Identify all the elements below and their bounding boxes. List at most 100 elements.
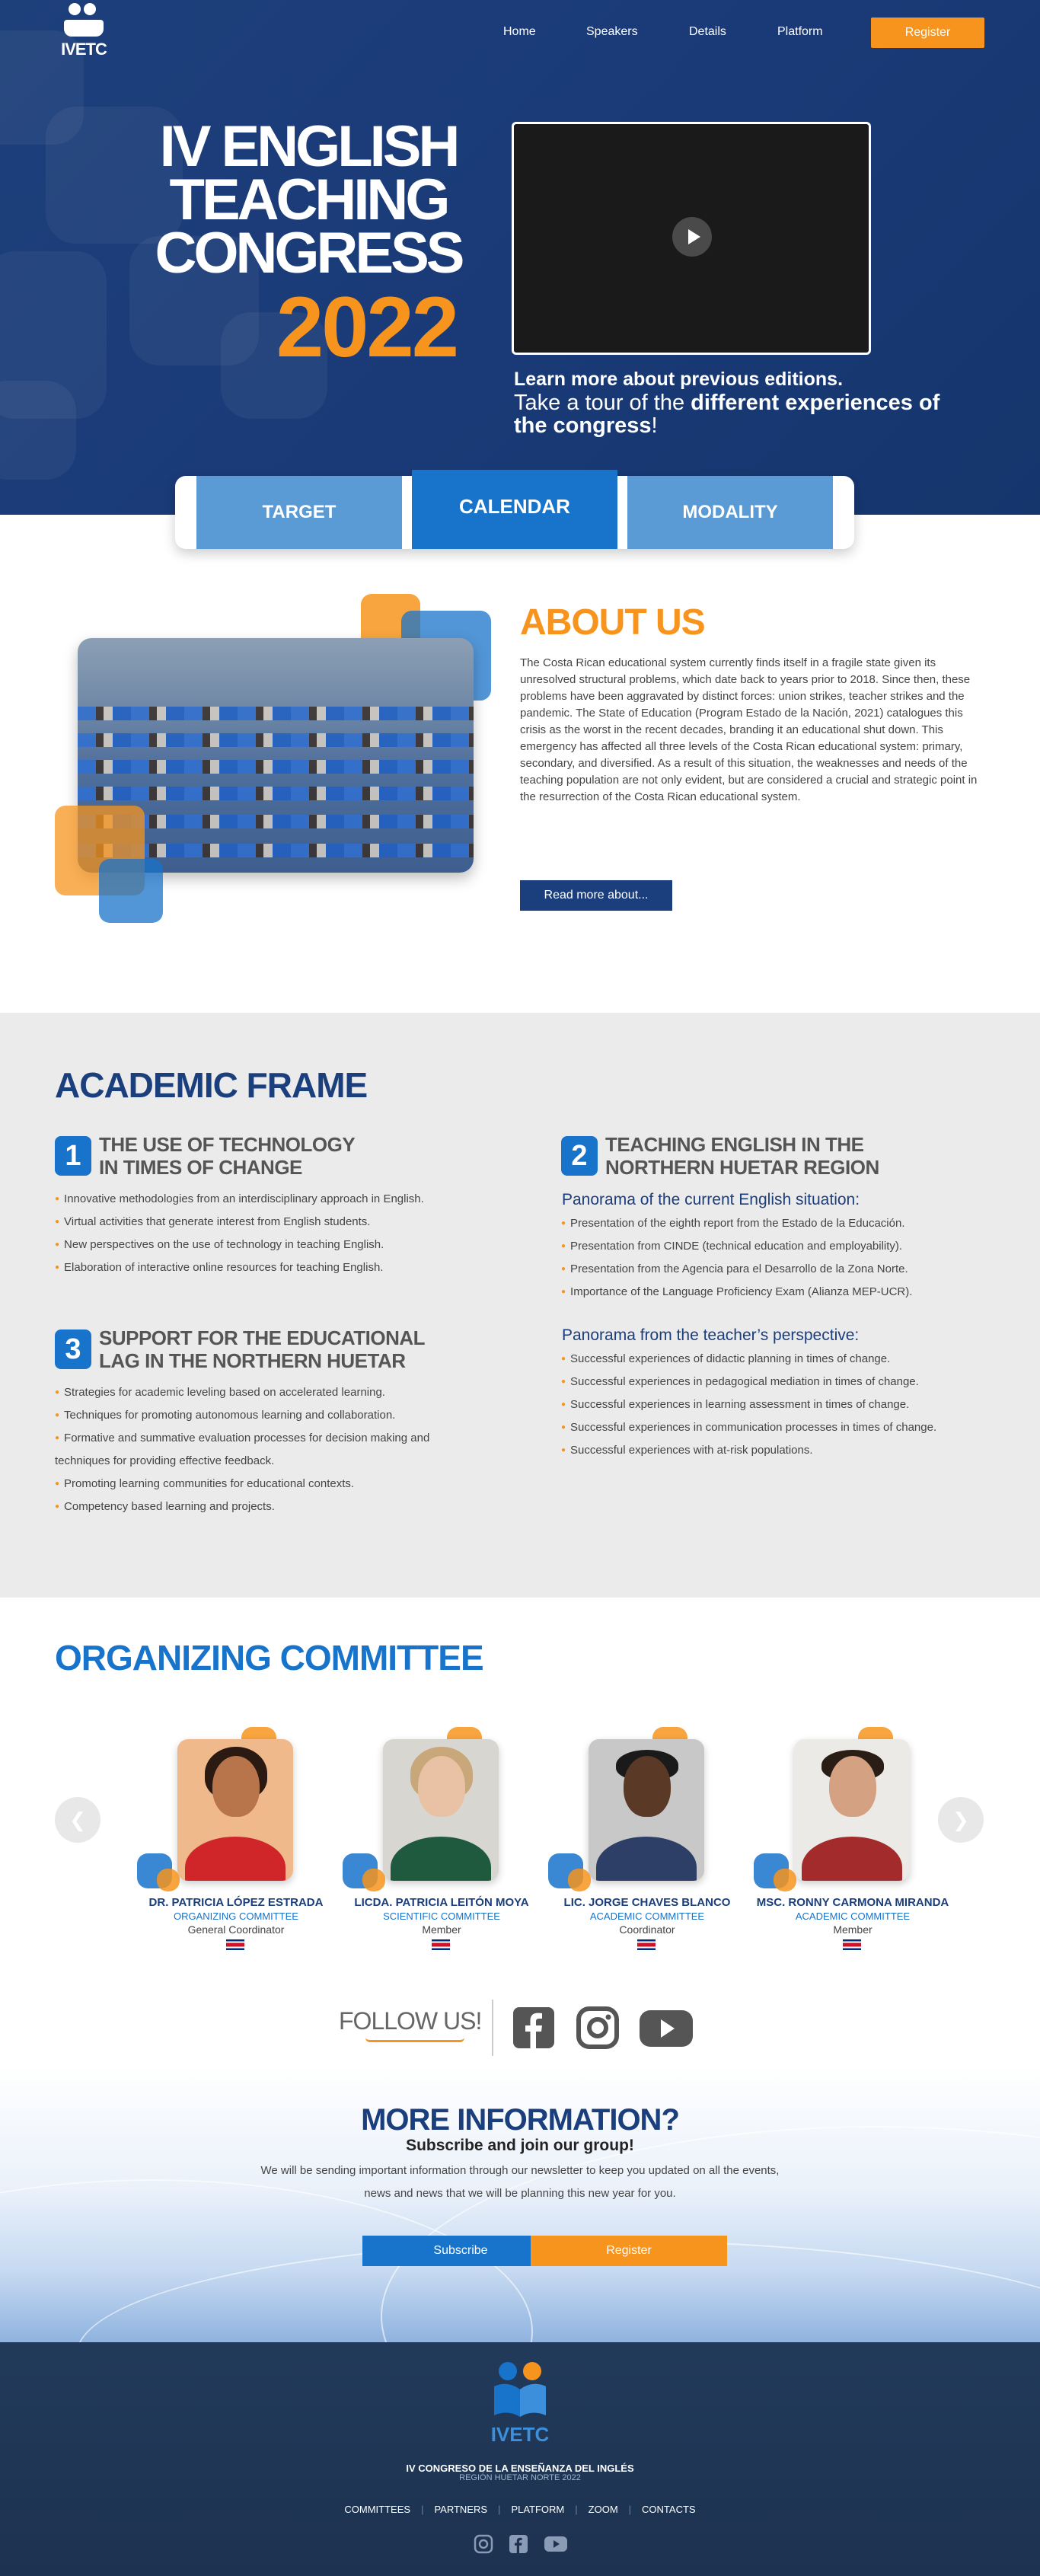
member-name: MSC. RONNY CARMONA MIRANDA (756, 1896, 949, 1909)
footer-link-platform[interactable]: PLATFORM (511, 2504, 564, 2515)
list-item: Strategies for academic leveling based o… (55, 1381, 481, 1404)
member-position: Member (833, 1923, 873, 1936)
footer-link-committees[interactable]: COMMITTEES (344, 2504, 410, 2515)
more-info-title: MORE INFORMATION? (361, 2103, 680, 2137)
play-icon[interactable] (672, 217, 712, 257)
facebook-icon[interactable] (512, 2006, 556, 2050)
footer-title: IV CONGRESO DE LA ENSEÑANZA DEL INGLÉS (406, 2463, 634, 2474)
block-title-line: NORTHERN HUETAR REGION (605, 1156, 879, 1179)
follow-underline (365, 2038, 464, 2042)
member-position: Coordinator (619, 1923, 675, 1936)
committee-member-card[interactable]: DR. PATRICIA LÓPEZ ESTRADA ORGANIZING CO… (129, 1727, 343, 1955)
chevron-left-icon: ❮ (69, 1808, 86, 1831)
hero-title: IV ENGLISH TEACHING CONGRESS (137, 118, 480, 286)
list-item: Promoting learning communities for educa… (55, 1473, 481, 1495)
member-name: LICDA. PATRICIA LEITÓN MOYA (354, 1896, 529, 1909)
member-position: Member (422, 1923, 461, 1936)
site-logo[interactable]: IVETC (53, 0, 114, 61)
bullet-list: Successful experiences of didactic plann… (561, 1348, 1018, 1462)
costa-rica-flag-icon (432, 1939, 450, 1950)
member-role: ACADEMIC COMMITTEE (589, 1910, 705, 1922)
follow-us-label: FOLLOW US! (339, 2007, 482, 2035)
costa-rica-flag-icon (637, 1939, 656, 1950)
nav-platform[interactable]: Platform (777, 25, 823, 39)
academic-frame-section: ACADEMIC FRAME 1 THE USE OF TECHNOLOGY I… (0, 1013, 1040, 1598)
divider (492, 2000, 493, 2056)
bullet-list: Strategies for academic leveling based o… (55, 1381, 481, 1518)
footer: IVETC IV CONGRESO DE LA ENSEÑANZA DEL IN… (0, 2342, 1040, 2576)
block-title: TEACHING ENGLISH IN THE NORTHERN HUETAR … (605, 1133, 879, 1179)
block-title: THE USE OF TECHNOLOGY IN TIMES OF CHANGE (99, 1133, 356, 1179)
tab-modality[interactable]: MODALITY (627, 476, 833, 549)
register-button[interactable]: Register (871, 18, 984, 48)
committee-title: ORGANIZING COMMITTEE (55, 1638, 484, 1677)
committee-member-card[interactable]: LICDA. PATRICIA LEITÓN MOYA SCIENTIFIC C… (335, 1727, 548, 1955)
block-number: 2 (561, 1136, 598, 1176)
hero-title-line: CONGRESS (155, 221, 465, 286)
academic-title: ACADEMIC FRAME (55, 1065, 368, 1105)
newsletter-section: MORE INFORMATION? Subscribe and join our… (0, 2065, 1040, 2342)
list-item: Successful experiences of didactic plann… (561, 1348, 1018, 1371)
footer-subtitle: REGIÓN HUETAR NORTE 2022 (459, 2473, 581, 2482)
member-name: DR. PATRICIA LÓPEZ ESTRADA (148, 1896, 324, 1909)
hero-section: IVETC Home Speakers Details Platform Reg… (0, 0, 1040, 515)
tab-calendar[interactable]: CALENDAR (412, 470, 617, 549)
block-title-line: IN TIMES OF CHANGE (99, 1156, 302, 1179)
member-photo (177, 1739, 293, 1881)
committee-member-card[interactable]: LIC. JORGE CHAVES BLANCO ACADEMIC COMMIT… (541, 1727, 754, 1955)
about-text: The Costa Rican educational system curre… (520, 656, 978, 803)
instagram-icon[interactable] (576, 2006, 620, 2050)
panorama-subtitle: Panorama from the teacher’s perspective: (562, 1326, 860, 1344)
member-role: SCIENTIFIC COMMITTEE (383, 1910, 500, 1922)
member-name: LIC. JORGE CHAVES BLANCO (563, 1896, 731, 1909)
list-item: Presentation from the Agencia para el De… (561, 1258, 1018, 1281)
footer-nav: COMMITTEES | PARTNERS | PLATFORM | ZOOM | CONTAC… (344, 2504, 696, 2515)
tour-text: Take a tour of the different experiences… (514, 391, 971, 437)
footer-logo-icon[interactable]: IVETC (480, 2359, 560, 2449)
list-item: Innovative methodologies from an interdi… (55, 1188, 512, 1211)
list-item: Successful experiences with at-risk popu… (561, 1439, 1018, 1462)
costa-rica-flag-icon (843, 1939, 861, 1950)
more-info-subtitle: Subscribe and join our group! (406, 2137, 634, 2154)
block-title-line: TEACHING ENGLISH IN THE (605, 1133, 864, 1156)
committee-member-card[interactable]: MSC. RONNY CARMONA MIRANDA ACADEMIC COMM… (746, 1727, 959, 1955)
block-title: SUPPORT FOR THE EDUCATIONAL LAG IN THE N… (99, 1326, 426, 1372)
member-role: ORGANIZING COMMITTEE (174, 1910, 298, 1922)
member-photo (794, 1739, 910, 1881)
logo-text: IVETC (61, 40, 107, 59)
footer-link-partners[interactable]: PARTNERS (434, 2504, 487, 2515)
list-item: Successful experiences in learning asses… (561, 1393, 1018, 1416)
block-title-line: THE USE OF TECHNOLOGY (99, 1133, 356, 1156)
more-info-text: We will be sending important information… (260, 2164, 780, 2200)
bullet-list: Presentation of the eighth report from t… (561, 1212, 1018, 1304)
video-player[interactable] (512, 122, 871, 355)
member-role: ACADEMIC COMMITTEE (795, 1910, 911, 1922)
read-more-button[interactable]: Read more about... (520, 880, 672, 911)
youtube-icon[interactable] (638, 2006, 694, 2050)
footer-facebook-icon[interactable] (509, 2534, 528, 2554)
about-title: ABOUT US (520, 602, 706, 643)
block-number: 1 (55, 1136, 91, 1176)
newsletter-register-button[interactable]: Register (531, 2236, 727, 2266)
block-title-line: LAG IN THE NORTHERN HUETAR (99, 1349, 406, 1372)
list-item: New perspectives on the use of technolog… (55, 1234, 512, 1256)
member-photo (383, 1739, 499, 1881)
tour-suffix: ! (651, 413, 658, 438)
nav-details[interactable]: Details (689, 25, 726, 39)
bullet-list: Innovative methodologies from an interdi… (55, 1188, 512, 1279)
footer-link-zoom[interactable]: ZOOM (589, 2504, 618, 2515)
footer-instagram-icon[interactable] (474, 2534, 493, 2554)
footer-youtube-icon[interactable] (544, 2534, 568, 2554)
list-item: Virtual activities that generate interes… (55, 1211, 512, 1234)
subscribe-button[interactable]: Subscribe (362, 2236, 559, 2266)
nav-speakers[interactable]: Speakers (586, 25, 638, 39)
nav-home[interactable]: Home (503, 25, 536, 39)
learn-more-text: Learn more about previous editions. (514, 369, 844, 390)
footer-link-contacts[interactable]: CONTACTS (642, 2504, 696, 2515)
tab-target[interactable]: TARGET (196, 476, 402, 549)
list-item: Successful experiences in communication … (561, 1416, 1018, 1439)
carousel-prev-button[interactable]: ❮ (55, 1797, 100, 1843)
member-photo (589, 1739, 704, 1881)
decor-square (0, 381, 76, 480)
hero-title-line: TEACHING (169, 168, 451, 232)
